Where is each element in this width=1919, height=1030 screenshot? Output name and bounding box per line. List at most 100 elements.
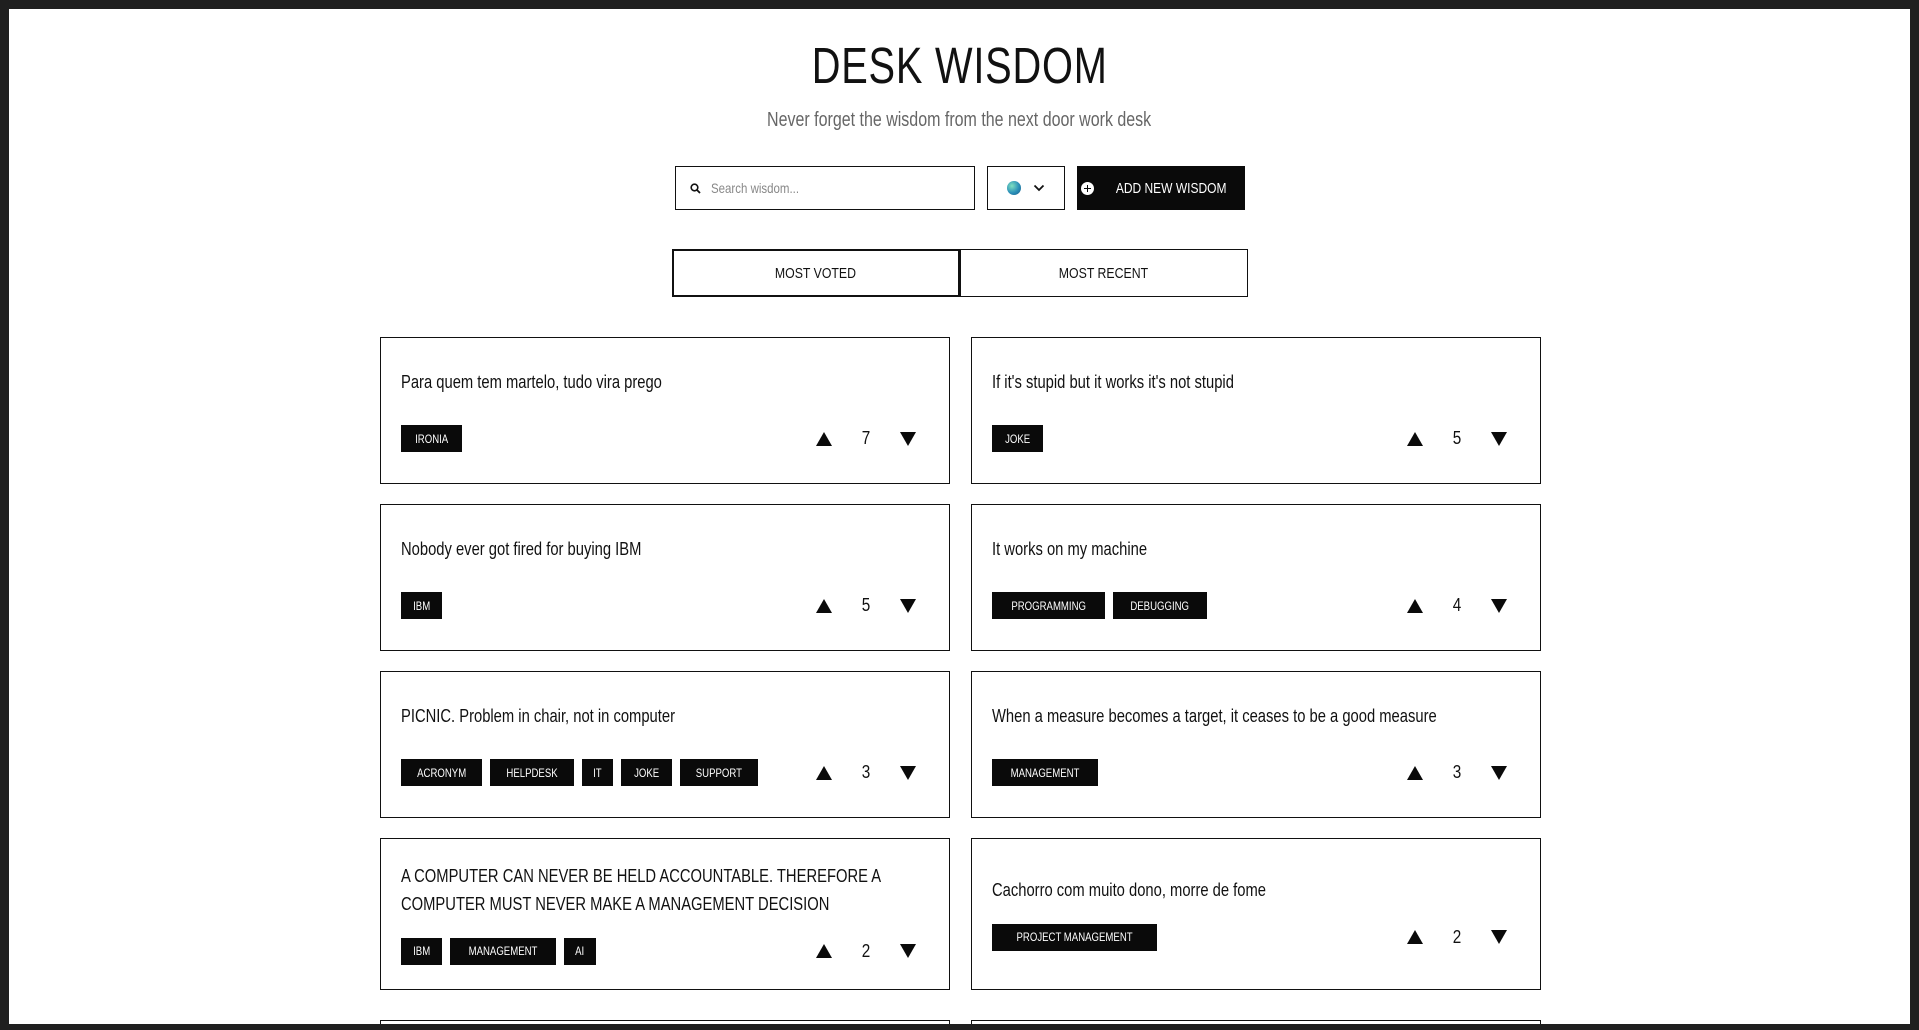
tag-badge[interactable]: ACRONYM: [401, 759, 483, 786]
language-selector[interactable]: [986, 166, 1065, 210]
tab-most-recent[interactable]: MOST RECENT: [959, 249, 1248, 297]
search-input[interactable]: [710, 180, 908, 196]
tag-badge[interactable]: PROGRAMMING: [992, 592, 1106, 619]
chevron-down-icon: [1033, 179, 1045, 197]
tag-badge[interactable]: AI: [564, 937, 596, 965]
vote-controls: 5: [809, 591, 923, 621]
page-subtitle: Never forget the wisdom from the next do…: [767, 109, 1152, 131]
tag-label: AI: [575, 944, 585, 958]
tag-label: ACRONYM: [417, 765, 467, 780]
triangle-down-icon: [1491, 930, 1507, 944]
upvote-button[interactable]: [1400, 922, 1430, 952]
card-footer: IBM MANAGEMENT AI 2: [401, 936, 929, 966]
vote-count: 4: [1452, 595, 1462, 615]
tag-badge[interactable]: MANAGEMENT: [450, 937, 557, 965]
triangle-down-icon: [900, 944, 916, 958]
tag-badge[interactable]: MANAGEMENT: [992, 759, 1099, 786]
wisdom-card: It works on my machine PROGRAMMING DEBUGGI…: [971, 504, 1541, 651]
wisdom-card: A COMPUTER CAN NEVER BE HELD ACCOUNTABLE…: [380, 838, 950, 990]
card-footer: PROGRAMMING DEBUGGING 4: [992, 591, 1520, 621]
wisdom-card-partial: [380, 1020, 950, 1024]
downvote-button[interactable]: [1484, 591, 1514, 621]
vote-count: 2: [1452, 926, 1462, 947]
vote-count: 3: [861, 762, 871, 782]
upvote-button[interactable]: [809, 936, 839, 966]
tag-label: PROGRAMMING: [1011, 598, 1087, 613]
triangle-down-icon: [900, 765, 916, 780]
tag-label: IBM: [413, 598, 431, 613]
downvote-button[interactable]: [893, 758, 923, 788]
tab-most-voted[interactable]: MOST VOTED: [671, 249, 960, 297]
triangle-up-icon: [816, 431, 832, 446]
wisdom-quote: When a measure becomes a target, it ceas…: [992, 705, 1437, 726]
upvote-button[interactable]: [809, 758, 839, 788]
globe-icon: [1006, 181, 1021, 195]
add-new-wisdom-button[interactable]: ADD NEW WISDOM: [1076, 166, 1245, 210]
upvote-button[interactable]: [1400, 424, 1430, 454]
downvote-button[interactable]: [893, 936, 923, 966]
tag-label: MANAGEMENT: [1010, 765, 1080, 780]
add-new-wisdom-label: ADD NEW WISDOM: [1115, 179, 1227, 197]
vote-count: 2: [861, 940, 871, 961]
search-box[interactable]: [674, 166, 975, 210]
card-footer: PROJECT MANAGEMENT 2: [992, 922, 1520, 952]
tag-badge[interactable]: IBM: [401, 937, 443, 965]
triangle-up-icon: [1407, 431, 1423, 446]
vote-controls: 4: [1400, 591, 1514, 621]
wisdom-card: Para quem tem martelo, tudo vira prego IR…: [380, 337, 950, 484]
downvote-button[interactable]: [893, 424, 923, 454]
vote-controls: 3: [809, 758, 923, 788]
tag-badge[interactable]: IT: [582, 759, 614, 786]
downvote-button[interactable]: [1484, 758, 1514, 788]
vote-controls: 5: [1400, 424, 1514, 454]
upvote-button[interactable]: [809, 591, 839, 621]
card-footer: ACRONYM HELPDESK IT JOKE SUPPORT 3: [401, 758, 929, 788]
downvote-button[interactable]: [1484, 922, 1514, 952]
tag-badge[interactable]: DEBUGGING: [1113, 592, 1207, 619]
tag-badge[interactable]: IRONIA: [401, 425, 463, 452]
header: DESK WISDOM Never forget the wisdom from…: [9, 9, 1910, 132]
tag-badge[interactable]: JOKE: [992, 425, 1044, 452]
tag-list: MANAGEMENT: [992, 759, 1099, 786]
search-icon: [689, 182, 701, 194]
downvote-button[interactable]: [1484, 424, 1514, 454]
triangle-down-icon: [900, 598, 916, 613]
tag-list: IRONIA: [401, 425, 463, 452]
wisdom-card-partial: [971, 1020, 1541, 1024]
sort-tabs: MOST VOTED MOST RECENT: [9, 249, 1910, 297]
toolbar: ADD NEW WISDOM: [9, 166, 1910, 210]
plus-circle-icon: [1080, 181, 1094, 195]
tag-list: JOKE: [992, 425, 1044, 452]
tag-list: PROJECT MANAGEMENT: [992, 923, 1158, 951]
tag-label: SUPPORT: [696, 765, 743, 780]
tag-badge[interactable]: JOKE: [621, 759, 673, 786]
tag-label: IBM: [413, 944, 431, 958]
tab-label: MOST RECENT: [1058, 264, 1149, 282]
triangle-up-icon: [1407, 598, 1423, 613]
triangle-down-icon: [1491, 598, 1507, 613]
triangle-down-icon: [1491, 431, 1507, 446]
triangle-up-icon: [1407, 930, 1423, 944]
triangle-up-icon: [816, 765, 832, 780]
tag-list: IBM MANAGEMENT AI: [401, 937, 596, 965]
tag-list: ACRONYM HELPDESK IT JOKE SUPPORT: [401, 759, 759, 786]
wisdom-card: PICNIC. Problem in chair, not in compute…: [380, 671, 950, 818]
card-footer: JOKE 5: [992, 424, 1520, 454]
tag-badge[interactable]: IBM: [401, 592, 443, 619]
tag-badge[interactable]: PROJECT MANAGEMENT: [992, 923, 1158, 951]
tag-label: DEBUGGING: [1130, 598, 1190, 613]
upvote-button[interactable]: [1400, 591, 1430, 621]
tag-label: IT: [593, 765, 602, 780]
wisdom-quote: It works on my machine: [992, 538, 1148, 559]
downvote-button[interactable]: [893, 591, 923, 621]
triangle-up-icon: [816, 598, 832, 613]
triangle-down-icon: [1491, 765, 1507, 780]
triangle-up-icon: [1407, 765, 1423, 780]
upvote-button[interactable]: [1400, 758, 1430, 788]
tag-badge[interactable]: SUPPORT: [680, 759, 759, 786]
upvote-button[interactable]: [809, 424, 839, 454]
vote-count: 3: [1452, 762, 1462, 782]
vote-controls: 2: [809, 936, 923, 966]
wisdom-quote: PICNIC. Problem in chair, not in compute…: [401, 705, 675, 726]
tag-badge[interactable]: HELPDESK: [490, 759, 575, 786]
